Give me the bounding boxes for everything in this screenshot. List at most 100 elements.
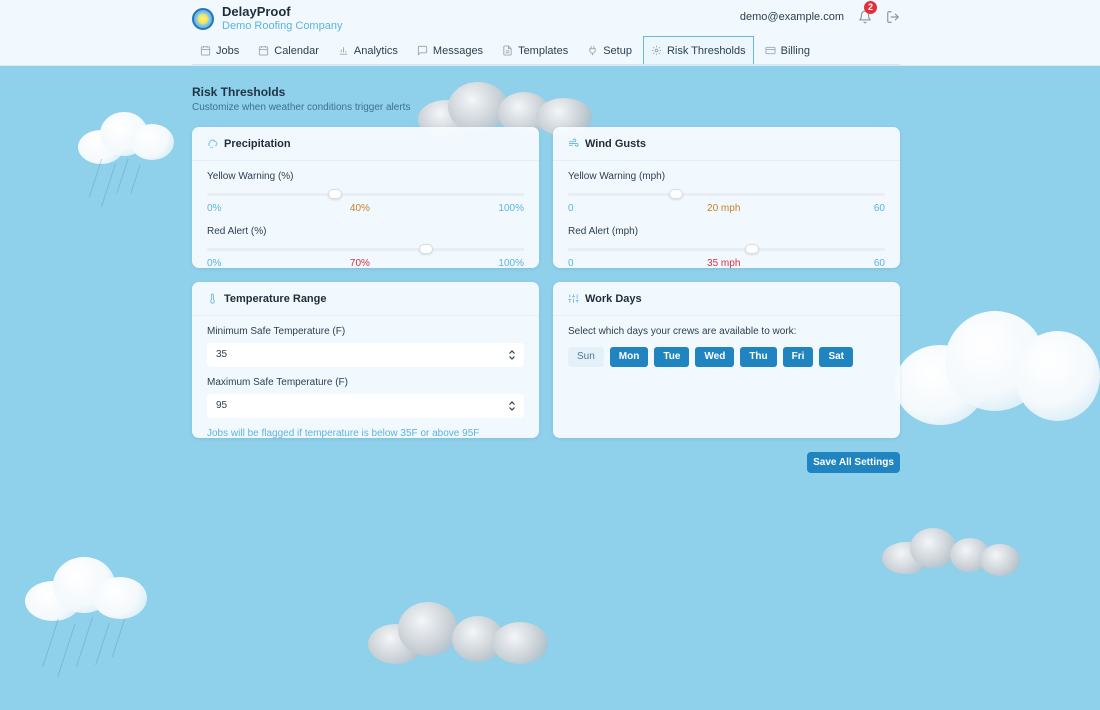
credit-card-icon	[765, 46, 776, 55]
tab-label: Billing	[780, 44, 810, 57]
max-temp-value: 95	[216, 400, 228, 411]
slider-scale: 0% 40% 100%	[207, 203, 524, 217]
tab-setup[interactable]: Setup	[579, 36, 640, 65]
slider-scale: 0 35 mph 60	[568, 258, 885, 272]
tab-templates[interactable]: Templates	[494, 36, 576, 65]
card-header: Precipitation	[192, 127, 539, 161]
message-icon	[417, 45, 428, 56]
nav-divider	[192, 64, 900, 65]
wind-yellow-slider[interactable]	[568, 187, 885, 203]
cloud-decoration	[882, 524, 1022, 580]
slider-scale: 0% 70% 100%	[207, 258, 524, 272]
cloud-decoration	[895, 305, 1100, 435]
precipitation-card: Precipitation Yellow Warning (%) 0% 40% …	[192, 127, 539, 269]
company-name: Demo Roofing Company	[222, 20, 343, 32]
card-header: Temperature Range	[192, 282, 539, 316]
plug-icon	[589, 45, 596, 56]
cloud-decoration	[25, 555, 150, 625]
notifications-button[interactable]: 2	[858, 1, 877, 24]
slider-scale: 0 20 mph 60	[568, 203, 885, 217]
min-temp-input[interactable]: 35	[207, 343, 524, 367]
tab-label: Templates	[518, 44, 569, 57]
wind-gusts-card: Wind Gusts Yellow Warning (mph) 0 20 mph…	[553, 127, 900, 269]
tab-label: Risk Thresholds	[666, 44, 746, 57]
precip-red-label: Red Alert (%)	[207, 226, 267, 237]
min-temp-value: 35	[216, 349, 228, 360]
wind-red-slider[interactable]	[568, 242, 885, 258]
tab-analytics[interactable]: Analytics	[330, 36, 406, 65]
app-name: DelayProof	[222, 4, 291, 19]
scale-min: 0	[568, 203, 574, 214]
card-header: Wind Gusts	[553, 127, 900, 161]
document-icon	[503, 45, 512, 56]
tab-label: Jobs	[216, 44, 240, 57]
precip-red-slider[interactable]	[207, 242, 524, 258]
slider-thumb[interactable]	[419, 244, 433, 254]
tab-label: Analytics	[353, 44, 398, 57]
tab-label: Calendar	[274, 44, 319, 57]
wind-icon	[568, 138, 579, 147]
save-all-settings-button[interactable]: Save All Settings	[807, 452, 900, 473]
page-title: Risk Thresholds	[192, 85, 286, 99]
wind-red-value: 35 mph	[707, 258, 741, 269]
day-fri-button[interactable]: Fri	[782, 347, 814, 367]
cloud-decoration	[368, 598, 553, 672]
max-temp-input[interactable]: 95	[207, 394, 524, 418]
scale-min: 0%	[207, 203, 222, 214]
precip-red-value: 70%	[349, 258, 370, 269]
app-logo-icon	[192, 8, 214, 30]
precip-yellow-label: Yellow Warning (%)	[207, 171, 294, 182]
day-wed-button[interactable]: Wed	[695, 347, 735, 367]
scale-min: 0%	[207, 258, 222, 269]
tab-label: Messages	[432, 44, 484, 57]
user-area: demo@example.com 2	[739, 1, 900, 27]
card-title: Precipitation	[224, 137, 291, 150]
logout-icon	[887, 11, 899, 23]
tab-risk-thresholds[interactable]: Risk Thresholds	[642, 36, 754, 65]
min-temp-label: Minimum Safe Temperature (F)	[207, 326, 346, 337]
bar-chart-icon	[339, 47, 348, 55]
day-sun-button[interactable]: Sun	[568, 347, 604, 367]
main-nav: Jobs Calendar Analytics Messages Templat…	[192, 36, 821, 65]
scale-min: 0	[568, 258, 574, 269]
slider-thumb[interactable]	[328, 189, 342, 199]
notification-badge: 2	[864, 1, 877, 14]
scale-max: 60	[873, 258, 885, 269]
tab-calendar[interactable]: Calendar	[250, 36, 327, 65]
wind-yellow-label: Yellow Warning (mph)	[568, 171, 666, 182]
work-days-prompt: Select which days your crews are availab…	[568, 326, 797, 337]
precip-yellow-value: 40%	[349, 203, 370, 214]
brand[interactable]: DelayProof Demo Roofing Company	[192, 5, 342, 33]
slider-thumb[interactable]	[669, 189, 683, 199]
day-sat-button[interactable]: Sat	[819, 347, 853, 367]
stepper-arrows-icon[interactable]	[508, 349, 516, 361]
scale-max: 100%	[498, 258, 524, 269]
logout-button[interactable]	[886, 10, 900, 24]
card-title: Work Days	[585, 292, 642, 305]
calendar-icon	[259, 45, 269, 56]
scale-max: 60	[873, 203, 885, 214]
day-tue-button[interactable]: Tue	[654, 347, 690, 367]
tab-messages[interactable]: Messages	[409, 36, 491, 65]
slider-thumb[interactable]	[745, 244, 759, 254]
card-title: Wind Gusts	[585, 137, 647, 150]
thermometer-icon	[210, 293, 215, 304]
stepper-arrows-icon[interactable]	[508, 400, 516, 412]
user-email: demo@example.com	[739, 11, 844, 23]
day-mon-button[interactable]: Mon	[609, 347, 649, 367]
temperature-card: Temperature Range Minimum Safe Temperatu…	[192, 282, 539, 439]
tab-billing[interactable]: Billing	[757, 36, 818, 65]
wind-red-label: Red Alert (mph)	[568, 226, 639, 237]
precip-yellow-slider[interactable]	[207, 187, 524, 203]
tab-label: Setup	[603, 44, 632, 57]
wind-yellow-value: 20 mph	[707, 203, 741, 214]
day-selector: Sun Mon Tue Wed Thu Fri Sat	[568, 347, 885, 367]
work-days-card: Work Days Select which days your crews a…	[553, 282, 900, 438]
tab-jobs[interactable]: Jobs	[192, 36, 247, 65]
card-header: Work Days	[553, 282, 900, 316]
page-subtitle: Customize when weather conditions trigge…	[192, 102, 411, 113]
day-thu-button[interactable]: Thu	[740, 347, 777, 367]
temperature-hint: Jobs will be flagged if temperature is b…	[207, 428, 480, 439]
gear-icon	[651, 45, 662, 56]
scale-max: 100%	[498, 203, 524, 214]
